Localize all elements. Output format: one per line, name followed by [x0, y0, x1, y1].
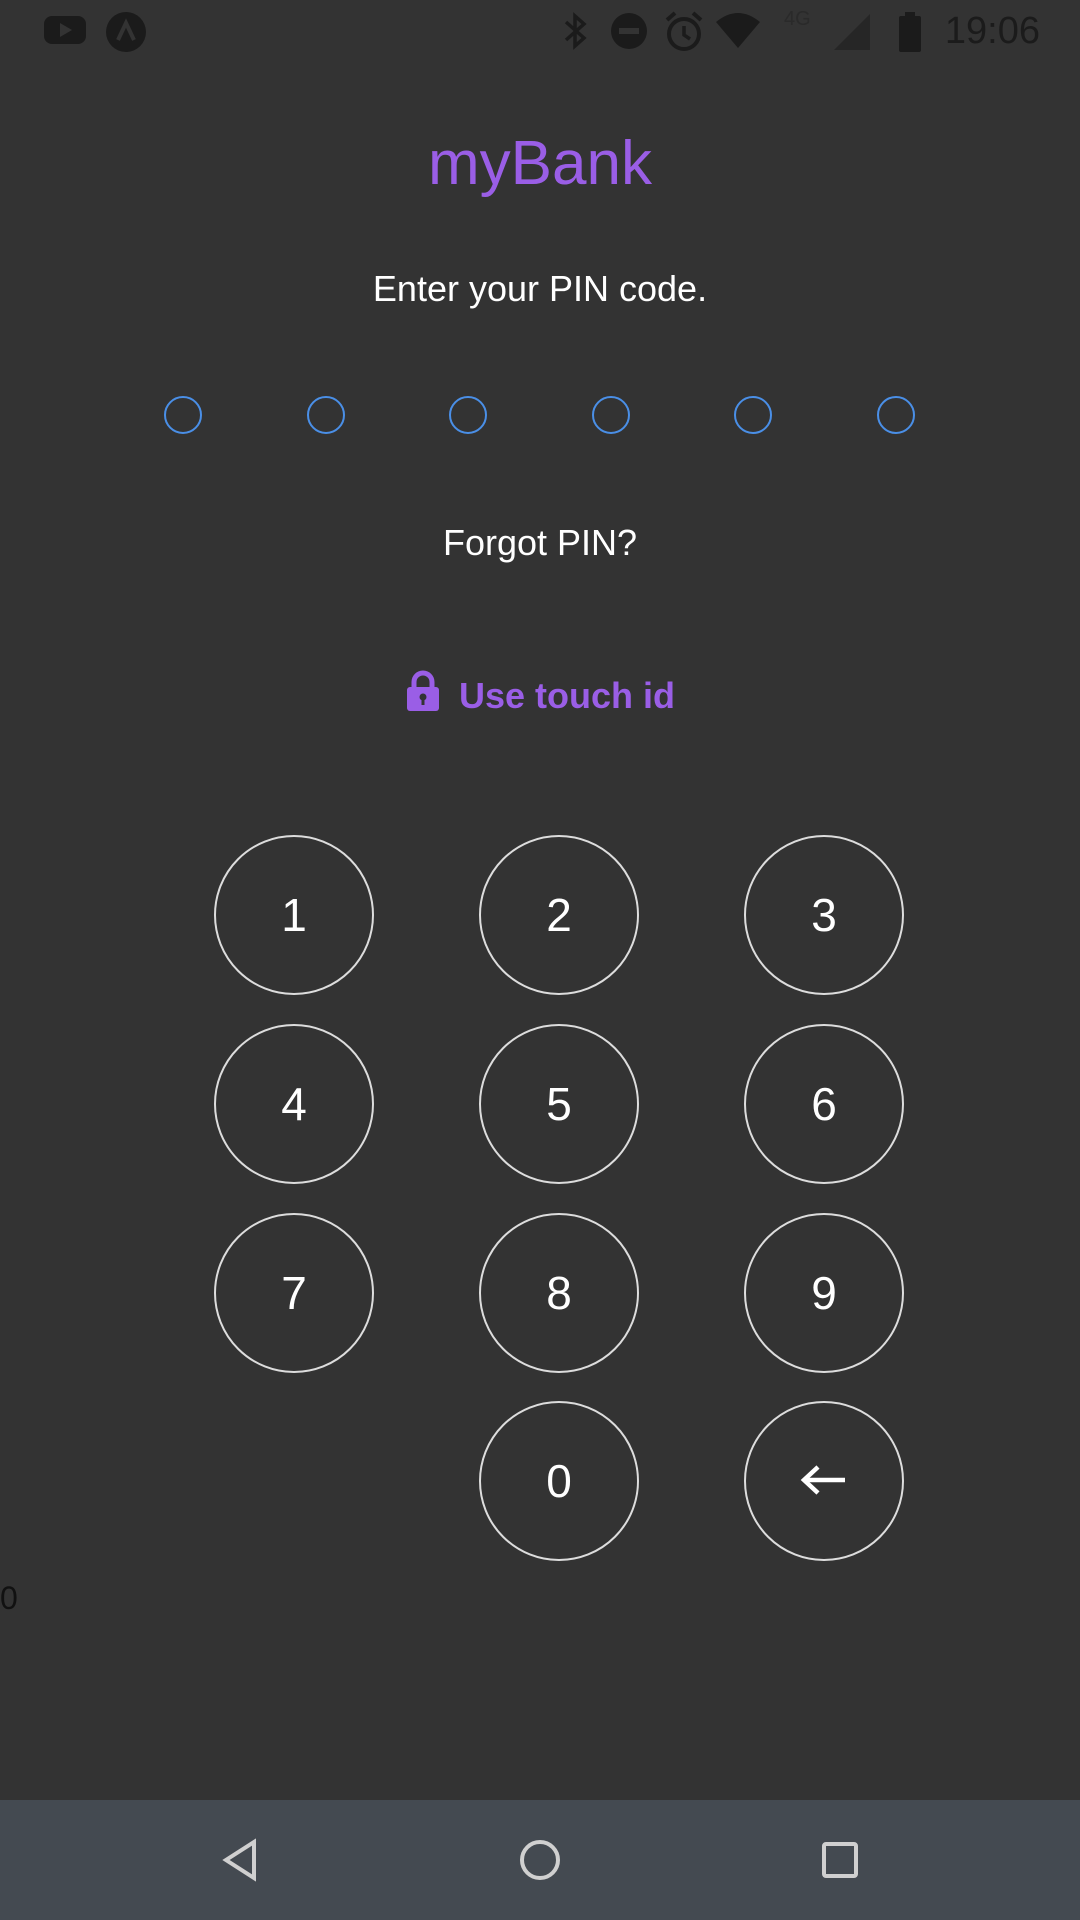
- keypad-key-5[interactable]: 5: [479, 1024, 639, 1184]
- keypad-key-9[interactable]: 9: [744, 1213, 904, 1373]
- pin-dot: [877, 396, 915, 434]
- keypad-key-2[interactable]: 2: [479, 835, 639, 995]
- keypad-key-7[interactable]: 7: [214, 1213, 374, 1373]
- pin-dot: [592, 396, 630, 434]
- lock-icon: [405, 670, 441, 721]
- stray-text: 0: [0, 1580, 18, 1616]
- home-icon[interactable]: [512, 1830, 568, 1895]
- forgot-pin-link[interactable]: Forgot PIN?: [0, 522, 1080, 564]
- app-notification-icon: [104, 10, 148, 59]
- backspace-arrow-icon: [799, 1454, 849, 1508]
- pin-dot: [307, 396, 345, 434]
- keypad-key-4[interactable]: 4: [214, 1024, 374, 1184]
- navigation-bar: [0, 1800, 1080, 1920]
- back-icon[interactable]: [218, 1830, 262, 1895]
- youtube-icon: [42, 10, 88, 55]
- keypad-key-3[interactable]: 3: [744, 835, 904, 995]
- signal-icon: [832, 10, 872, 57]
- backspace-button[interactable]: [744, 1401, 904, 1561]
- alarm-icon: [662, 10, 706, 59]
- app-title: myBank: [428, 129, 652, 198]
- do-not-disturb-icon: [608, 10, 650, 57]
- keypad-key-8[interactable]: 8: [479, 1213, 639, 1373]
- use-touch-id-button[interactable]: Use touch id: [0, 670, 1080, 721]
- pin-dot: [734, 396, 772, 434]
- pin-indicator: [0, 396, 1080, 440]
- battery-icon: [896, 10, 924, 59]
- bluetooth-icon: [560, 10, 592, 57]
- status-bar: 4G 19:06: [0, 0, 1080, 62]
- pin-dot: [449, 396, 487, 434]
- status-time: 19:06: [944, 10, 1040, 52]
- keypad-key-0[interactable]: 0: [479, 1401, 639, 1561]
- network-type-label: 4G: [784, 8, 811, 30]
- wifi-icon: [714, 10, 762, 55]
- pin-dot: [164, 396, 202, 434]
- use-touch-id-label: Use touch id: [458, 674, 676, 716]
- recents-icon[interactable]: [818, 1830, 862, 1895]
- keypad-key-1[interactable]: 1: [214, 835, 374, 995]
- pin-prompt: Enter your PIN code.: [372, 268, 708, 309]
- keypad-key-6[interactable]: 6: [744, 1024, 904, 1184]
